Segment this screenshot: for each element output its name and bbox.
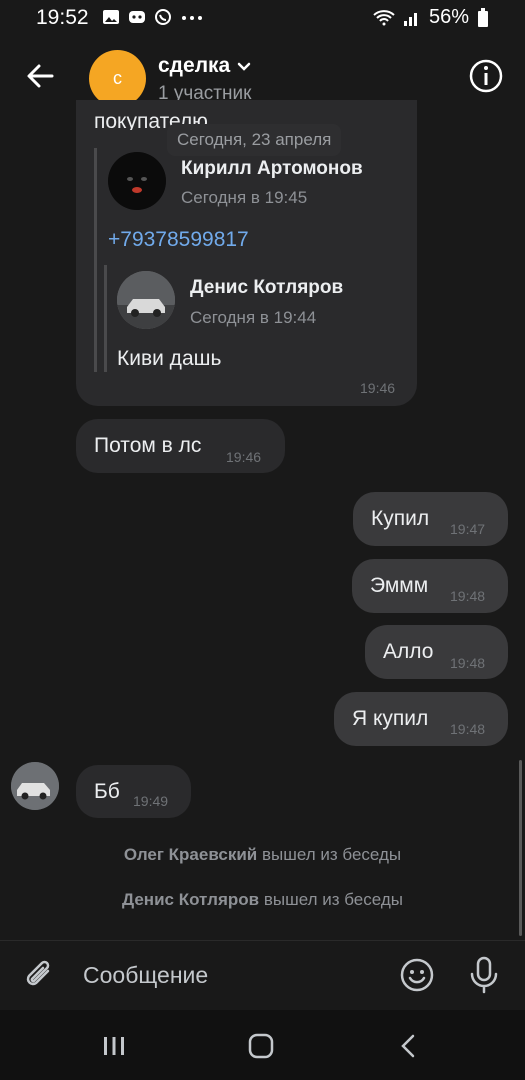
system-back-button[interactable] [398,1033,418,1064]
chevron-left-icon [401,1034,415,1058]
recent-apps-button[interactable] [102,1034,126,1063]
system-action: вышел из беседы [261,845,402,864]
message-time: 19:48 [450,721,486,737]
whatsapp-icon [155,9,171,25]
system-user[interactable]: Олег Краевский [124,845,257,864]
message-time: 19:47 [450,521,486,537]
paperclip-icon [26,960,50,986]
avatar-denis[interactable] [117,271,175,329]
forward1-name[interactable]: Кирилл Артомонов [181,158,363,180]
message-time: 19:48 [450,655,486,671]
back-button[interactable] [24,60,56,97]
status-time: 19:52 [36,6,89,29]
message-text: Я купил [352,707,429,730]
chat-avatar[interactable]: с [89,50,146,107]
recents-icon [104,1037,124,1055]
system-action: вышел из беседы [263,890,403,909]
system-message: Олег Краевский вышел из беседы [0,845,525,865]
info-icon [469,59,503,93]
forward1-time: Сегодня в 19:45 [181,188,308,207]
message-input-bar [0,940,525,1011]
message-text: Алло [383,640,434,663]
status-right: 56% [373,6,489,29]
more-icon [182,16,202,20]
chat-title[interactable]: сделка [158,54,252,78]
discord-icon [129,11,145,23]
forward-time: 19:46 [360,380,396,396]
forward2-text: Киви дашь [117,347,222,370]
home-button[interactable] [248,1033,274,1064]
message-time: 19:46 [226,449,262,465]
forward-bar-2 [104,265,107,372]
chevron-down-icon [237,62,251,71]
forward-bar-1 [94,148,97,372]
emoji-button[interactable] [399,957,435,998]
notification-icons [102,8,204,26]
wifi-icon [373,9,395,25]
message-text: Потом в лс [94,434,202,457]
microphone-icon [470,956,498,994]
battery-icon [478,7,488,27]
voice-button[interactable] [466,955,502,1000]
signal-icon [403,12,417,26]
status-bar: 19:52 56% [0,0,525,36]
attach-button[interactable] [22,957,58,998]
car-photo-icon [117,271,175,329]
message-text: Эммм [370,574,429,597]
back-arrow-icon [27,64,54,88]
message-time: 19:49 [133,793,169,809]
scrollbar[interactable] [519,760,522,936]
forward2-time: Сегодня в 19:44 [190,308,317,327]
message-text: Купил [371,507,430,530]
chat-title-text: сделка [158,54,231,77]
message-text: Бб [94,780,120,803]
message-input[interactable]: Сообщение [83,962,208,989]
face-avatar-icon [108,152,166,210]
avatar-kirill[interactable] [108,152,166,210]
date-chip: Сегодня, 23 апреля [167,124,342,156]
system-user[interactable]: Денис Котляров [122,890,259,909]
car-photo-icon [11,762,59,810]
info-button[interactable] [468,58,504,99]
message-time: 19:48 [450,588,486,604]
smile-icon [400,958,434,992]
home-icon [248,1033,274,1059]
battery-percent: 56% [428,6,469,28]
forward2-name[interactable]: Денис Котляров [190,277,343,299]
system-message: Денис Котляров вышел из беседы [0,890,525,910]
sender-avatar[interactable] [11,762,59,810]
gallery-icon [103,10,119,24]
phone-link[interactable]: +79378599817 [108,228,249,252]
